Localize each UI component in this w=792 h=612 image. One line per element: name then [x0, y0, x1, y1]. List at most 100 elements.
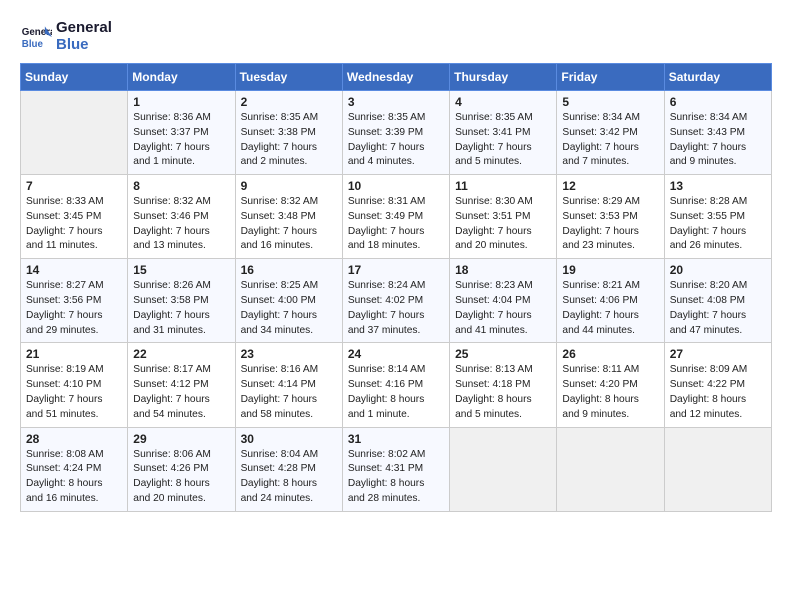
day-info: Sunrise: 8:34 AM Sunset: 3:43 PM Dayligh…	[670, 111, 766, 170]
day-number: 4	[455, 95, 551, 109]
calendar-cell: 24Sunrise: 8:14 AM Sunset: 4:16 PM Dayli…	[342, 343, 449, 427]
day-number: 23	[241, 347, 337, 361]
calendar-cell: 4 Sunrise: 8:35 AM Sunset: 3:41 PM Daylig…	[450, 91, 557, 175]
page: General Blue General Blue SundayMondayTu…	[0, 0, 792, 612]
day-number: 28	[26, 432, 122, 446]
day-info: Sunrise: 8:30 AM Sunset: 3:51 PM Dayligh…	[455, 195, 551, 254]
logo-text-blue: Blue	[56, 37, 112, 54]
header: General Blue General Blue	[20, 20, 772, 53]
day-info: Sunrise: 8:32 AM Sunset: 3:46 PM Dayligh…	[133, 195, 229, 254]
day-number: 18	[455, 263, 551, 277]
calendar-cell: 31 Sunrise: 8:02 AM Sunset: 4:31 PM Dayli…	[342, 427, 449, 511]
day-of-week-wednesday: Wednesday	[342, 64, 449, 91]
days-of-week-row: SundayMondayTuesdayWednesdayThursdayFrid…	[21, 64, 772, 91]
calendar-cell	[664, 427, 771, 511]
day-info: Sunrise: 8:14 AM Sunset: 4:16 PM Dayligh…	[348, 363, 444, 422]
day-info: Sunrise: 8:34 AM Sunset: 3:42 PM Dayligh…	[562, 111, 658, 170]
day-info: Sunrise: 8:13 AM Sunset: 4:18 PM Dayligh…	[455, 363, 551, 422]
logo-text-general: General	[56, 20, 112, 37]
day-number: 19	[562, 263, 658, 277]
day-number: 7	[26, 179, 122, 193]
day-info: Sunrise: 8:28 AM Sunset: 3:55 PM Dayligh…	[670, 195, 766, 254]
calendar-cell: 1Sunrise: 8:36 AM Sunset: 3:37 PM Daylig…	[128, 91, 235, 175]
day-info: Sunrise: 8:33 AM Sunset: 3:45 PM Dayligh…	[26, 195, 122, 254]
day-info: Sunrise: 8:29 AM Sunset: 3:53 PM Dayligh…	[562, 195, 658, 254]
day-info: Sunrise: 8:31 AM Sunset: 3:49 PM Dayligh…	[348, 195, 444, 254]
day-info: Sunrise: 8:08 AM Sunset: 4:24 PM Dayligh…	[26, 448, 122, 507]
day-of-week-tuesday: Tuesday	[235, 64, 342, 91]
day-number: 21	[26, 347, 122, 361]
calendar-week-3: 14 Sunrise: 8:27 AM Sunset: 3:56 PM Dayli…	[21, 259, 772, 343]
day-number: 27	[670, 347, 766, 361]
day-of-week-friday: Friday	[557, 64, 664, 91]
calendar-table: SundayMondayTuesdayWednesdayThursdayFrid…	[20, 63, 772, 512]
day-number: 13	[670, 179, 766, 193]
day-number: 12	[562, 179, 658, 193]
day-of-week-saturday: Saturday	[664, 64, 771, 91]
day-number: 8	[133, 179, 229, 193]
day-number: 31	[348, 432, 444, 446]
calendar-cell: 22Sunrise: 8:17 AM Sunset: 4:12 PM Dayli…	[128, 343, 235, 427]
day-info: Sunrise: 8:09 AM Sunset: 4:22 PM Dayligh…	[670, 363, 766, 422]
day-number: 15	[133, 263, 229, 277]
calendar-week-4: 21 Sunrise: 8:19 AM Sunset: 4:10 PM Dayli…	[21, 343, 772, 427]
day-info: Sunrise: 8:24 AM Sunset: 4:02 PM Dayligh…	[348, 279, 444, 338]
day-number: 17	[348, 263, 444, 277]
day-number: 22	[133, 347, 229, 361]
day-info: Sunrise: 8:21 AM Sunset: 4:06 PM Dayligh…	[562, 279, 658, 338]
calendar-cell: 13 Sunrise: 8:28 AM Sunset: 3:55 PM Dayli…	[664, 175, 771, 259]
day-info: Sunrise: 8:06 AM Sunset: 4:26 PM Dayligh…	[133, 448, 229, 507]
calendar-cell: 25 Sunrise: 8:13 AM Sunset: 4:18 PM Dayli…	[450, 343, 557, 427]
calendar-cell: 17 Sunrise: 8:24 AM Sunset: 4:02 PM Dayli…	[342, 259, 449, 343]
calendar-cell: 8 Sunrise: 8:32 AM Sunset: 3:46 PM Daylig…	[128, 175, 235, 259]
day-number: 25	[455, 347, 551, 361]
calendar-cell: 3 Sunrise: 8:35 AM Sunset: 3:39 PM Daylig…	[342, 91, 449, 175]
calendar-cell: 23Sunrise: 8:16 AM Sunset: 4:14 PM Dayli…	[235, 343, 342, 427]
day-number: 20	[670, 263, 766, 277]
day-info: Sunrise: 8:19 AM Sunset: 4:10 PM Dayligh…	[26, 363, 122, 422]
day-of-week-sunday: Sunday	[21, 64, 128, 91]
calendar-cell	[21, 91, 128, 175]
day-info: Sunrise: 8:35 AM Sunset: 3:39 PM Dayligh…	[348, 111, 444, 170]
day-number: 14	[26, 263, 122, 277]
svg-text:Blue: Blue	[22, 38, 44, 49]
calendar-cell: 14 Sunrise: 8:27 AM Sunset: 3:56 PM Dayli…	[21, 259, 128, 343]
day-number: 3	[348, 95, 444, 109]
day-info: Sunrise: 8:26 AM Sunset: 3:58 PM Dayligh…	[133, 279, 229, 338]
calendar-cell	[450, 427, 557, 511]
logo: General Blue General Blue	[20, 20, 112, 53]
calendar-cell: 2Sunrise: 8:35 AM Sunset: 3:38 PM Daylig…	[235, 91, 342, 175]
calendar-cell: 29 Sunrise: 8:06 AM Sunset: 4:26 PM Dayli…	[128, 427, 235, 511]
calendar-week-1: 1Sunrise: 8:36 AM Sunset: 3:37 PM Daylig…	[21, 91, 772, 175]
day-of-week-monday: Monday	[128, 64, 235, 91]
day-number: 11	[455, 179, 551, 193]
day-info: Sunrise: 8:02 AM Sunset: 4:31 PM Dayligh…	[348, 448, 444, 507]
day-number: 26	[562, 347, 658, 361]
day-info: Sunrise: 8:23 AM Sunset: 4:04 PM Dayligh…	[455, 279, 551, 338]
calendar-cell: 5 Sunrise: 8:34 AM Sunset: 3:42 PM Daylig…	[557, 91, 664, 175]
calendar-cell: 20Sunrise: 8:20 AM Sunset: 4:08 PM Dayli…	[664, 259, 771, 343]
calendar-header: SundayMondayTuesdayWednesdayThursdayFrid…	[21, 64, 772, 91]
day-info: Sunrise: 8:36 AM Sunset: 3:37 PM Dayligh…	[133, 111, 229, 170]
calendar-cell: 9Sunrise: 8:32 AM Sunset: 3:48 PM Daylig…	[235, 175, 342, 259]
calendar-cell: 12 Sunrise: 8:29 AM Sunset: 3:53 PM Dayli…	[557, 175, 664, 259]
day-info: Sunrise: 8:32 AM Sunset: 3:48 PM Dayligh…	[241, 195, 337, 254]
calendar-cell: 11 Sunrise: 8:30 AM Sunset: 3:51 PM Dayli…	[450, 175, 557, 259]
calendar-cell	[557, 427, 664, 511]
day-info: Sunrise: 8:25 AM Sunset: 4:00 PM Dayligh…	[241, 279, 337, 338]
day-number: 5	[562, 95, 658, 109]
day-info: Sunrise: 8:04 AM Sunset: 4:28 PM Dayligh…	[241, 448, 337, 507]
calendar-cell: 16 Sunrise: 8:25 AM Sunset: 4:00 PM Dayli…	[235, 259, 342, 343]
logo-icon: General Blue	[20, 21, 52, 53]
calendar-cell: 10Sunrise: 8:31 AM Sunset: 3:49 PM Dayli…	[342, 175, 449, 259]
day-info: Sunrise: 8:27 AM Sunset: 3:56 PM Dayligh…	[26, 279, 122, 338]
day-number: 29	[133, 432, 229, 446]
calendar-cell: 18 Sunrise: 8:23 AM Sunset: 4:04 PM Dayli…	[450, 259, 557, 343]
calendar-cell: 19 Sunrise: 8:21 AM Sunset: 4:06 PM Dayli…	[557, 259, 664, 343]
calendar-cell: 27 Sunrise: 8:09 AM Sunset: 4:22 PM Dayli…	[664, 343, 771, 427]
day-number: 16	[241, 263, 337, 277]
calendar-body: 1Sunrise: 8:36 AM Sunset: 3:37 PM Daylig…	[21, 91, 772, 512]
calendar-week-2: 7 Sunrise: 8:33 AM Sunset: 3:45 PM Daylig…	[21, 175, 772, 259]
day-info: Sunrise: 8:35 AM Sunset: 3:41 PM Dayligh…	[455, 111, 551, 170]
calendar-cell: 15 Sunrise: 8:26 AM Sunset: 3:58 PM Dayli…	[128, 259, 235, 343]
